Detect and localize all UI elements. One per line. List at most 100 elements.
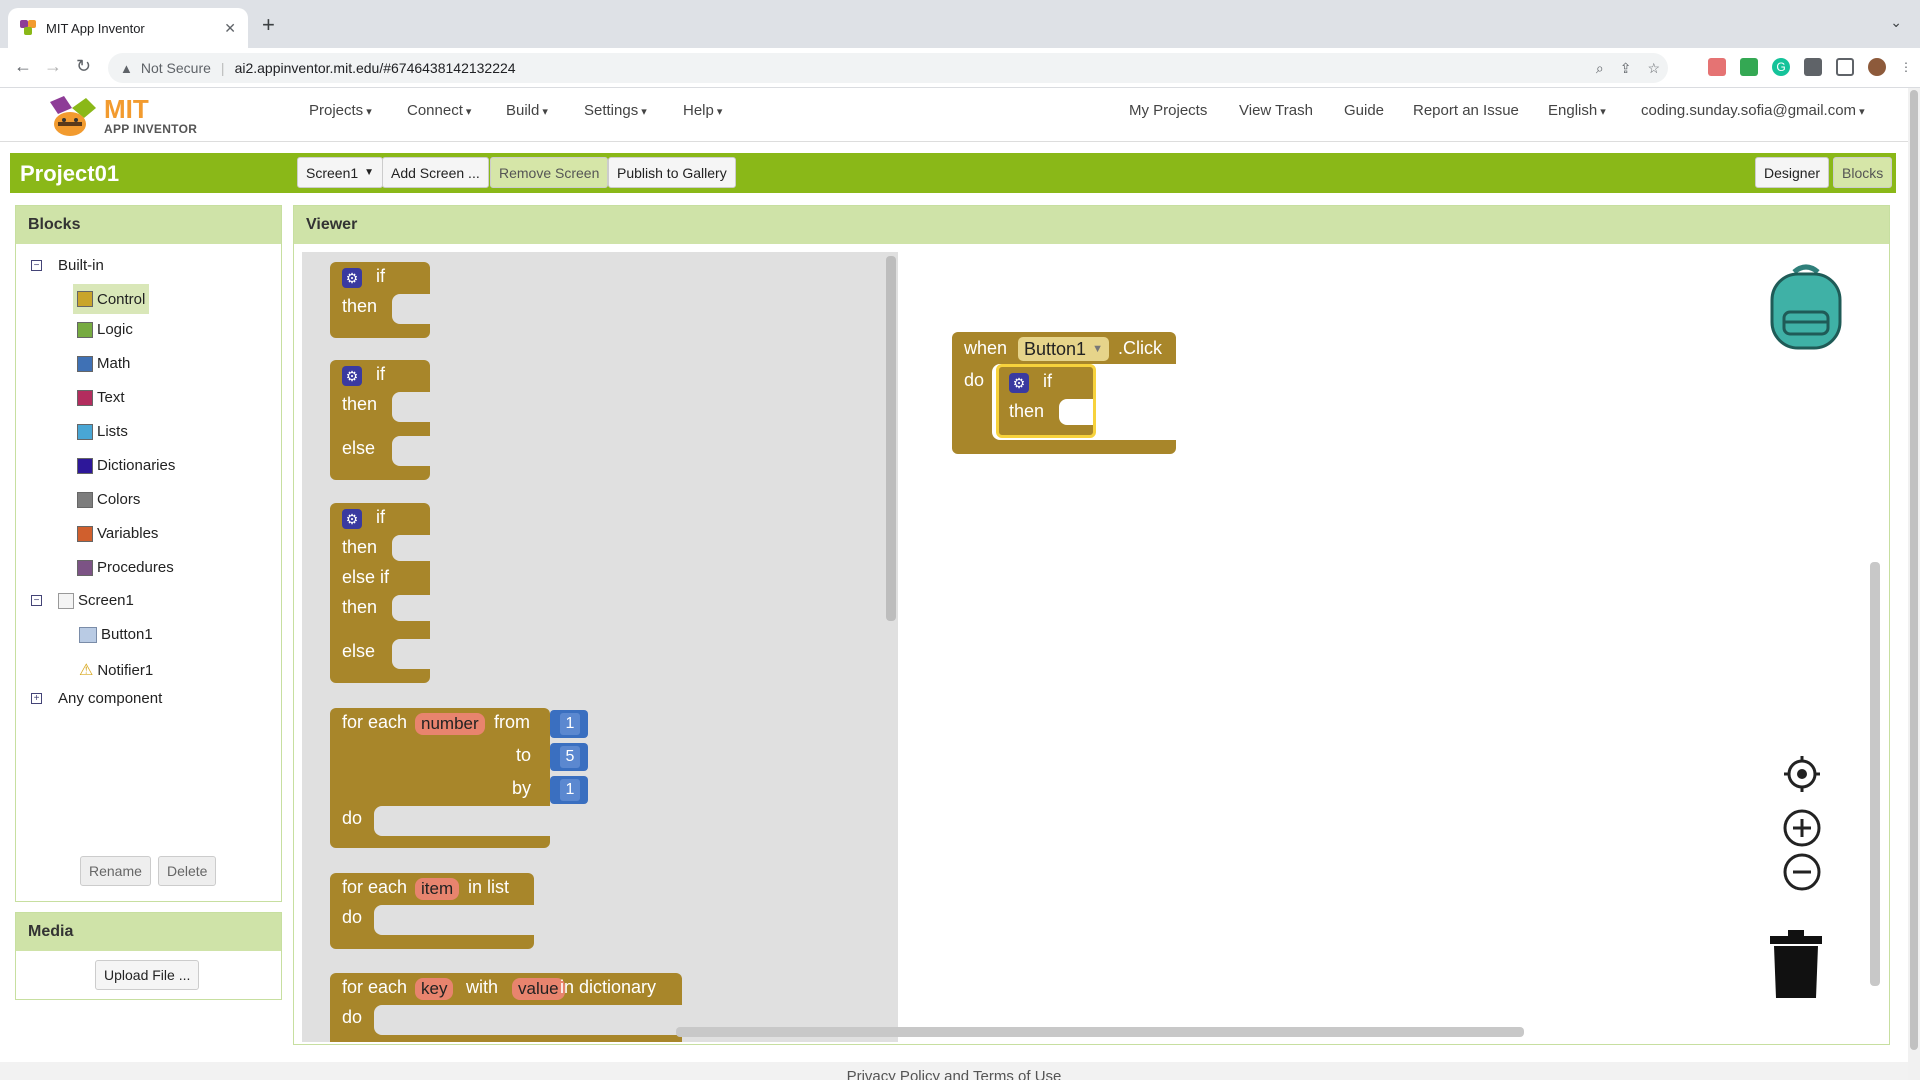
blocks-button[interactable]: Blocks (1833, 157, 1893, 188)
workspace-vertical-scrollbar[interactable] (1870, 562, 1880, 986)
component-button1[interactable]: Button1 (79, 626, 153, 643)
extensions-puzzle-icon[interactable] (1804, 58, 1822, 76)
key-variable-pill[interactable]: key (415, 978, 454, 1000)
app-inventor-logo[interactable]: MIT APP INVENTOR (44, 94, 204, 140)
new-tab-icon[interactable]: + (262, 12, 275, 38)
recenter-icon[interactable] (1782, 754, 1822, 794)
zoom-icon[interactable]: ⌕ (1596, 60, 1604, 77)
not-secure-label: Not Secure (140, 60, 211, 76)
upload-file-button[interactable]: Upload File ... (95, 960, 200, 990)
mutator-gear-icon[interactable]: ⚙ (342, 268, 362, 288)
close-tab-icon[interactable]: ✕ (224, 20, 236, 37)
expand-icon[interactable]: + (31, 693, 42, 704)
menu-connect[interactable]: Connect (407, 102, 471, 119)
drive-extension-icon[interactable] (1740, 58, 1758, 76)
for-range-block[interactable]: for each number from to by do (330, 708, 550, 848)
category-label: Procedures (97, 559, 174, 576)
menu-build[interactable]: Build (506, 102, 548, 119)
backpack-icon[interactable] (1764, 262, 1848, 352)
privacy-terms-link[interactable]: Privacy Policy and Terms of Use (847, 1068, 1062, 1080)
for-each-item-block[interactable]: for each item in list do (330, 873, 534, 949)
category-dictionaries[interactable]: Dictionaries (77, 457, 175, 474)
category-procedures[interactable]: Procedures (77, 559, 174, 576)
report-issue-link[interactable]: Report an Issue (1413, 102, 1519, 119)
category-label: Control (97, 290, 146, 308)
screen-select[interactable]: Screen1 ▼ (297, 157, 384, 188)
delete-button[interactable]: Delete (158, 856, 217, 886)
account-menu[interactable]: coding.sunday.sofia@gmail.com (1641, 102, 1865, 119)
from-number-value[interactable]: 1 (560, 713, 580, 735)
mutator-gear-icon[interactable]: ⚙ (342, 509, 362, 529)
if-elseif-else-block[interactable]: ⚙ if then else if then else (330, 503, 430, 683)
language-menu[interactable]: English (1548, 102, 1606, 119)
back-icon[interactable]: ← (14, 56, 32, 77)
builtin-tree-node[interactable]: − Built-in (31, 257, 104, 274)
reload-icon[interactable]: ↻ (76, 56, 91, 77)
math-color-icon (77, 355, 93, 372)
view-trash-link[interactable]: View Trash (1239, 102, 1313, 119)
by-number-block[interactable]: 1 (550, 776, 588, 804)
any-component-tree-node[interactable]: + Any component (31, 690, 162, 707)
publish-gallery-button[interactable]: Publish to Gallery (608, 157, 736, 188)
my-projects-link[interactable]: My Projects (1129, 102, 1207, 119)
component-dropdown[interactable]: Button1 ▼ (1018, 337, 1109, 361)
category-control[interactable]: Control (73, 284, 150, 314)
tab-search-chevron-icon[interactable]: ⌄ (1890, 14, 1902, 31)
text-color-icon (77, 389, 93, 406)
omnibox-separator: | (220, 60, 225, 76)
component-notifier1[interactable]: ⚠ Notifier1 (79, 660, 153, 680)
page-scrollbar-thumb[interactable] (1910, 90, 1918, 1050)
value-variable-pill[interactable]: value (512, 978, 565, 1000)
if-then-block[interactable]: ⚙ if then (330, 262, 430, 338)
collapse-icon[interactable]: − (31, 595, 42, 606)
mutator-gear-icon[interactable]: ⚙ (342, 366, 362, 386)
page-scrollbar-track (1908, 88, 1920, 1080)
forward-icon[interactable]: → (44, 56, 62, 77)
zoom-in-icon[interactable] (1782, 808, 1822, 848)
collapse-icon[interactable]: − (31, 260, 42, 271)
media-panel: Media Upload File ... (15, 912, 282, 1000)
browser-tab[interactable]: MIT App Inventor ✕ (8, 8, 248, 48)
by-number-value[interactable]: 1 (560, 779, 580, 801)
designer-button[interactable]: Designer (1755, 157, 1830, 188)
category-logic[interactable]: Logic (77, 321, 133, 338)
remove-screen-button[interactable]: Remove Screen (490, 157, 609, 188)
menu-help[interactable]: Help (683, 102, 722, 119)
menu-projects[interactable]: Projects (309, 102, 372, 119)
category-variables[interactable]: Variables (77, 525, 158, 542)
category-colors[interactable]: Colors (77, 491, 140, 508)
flyout-scrollbar[interactable] (886, 256, 896, 621)
blocks-flyout[interactable]: ⚙ if then ⚙ if then else ⚙ if then else … (302, 252, 898, 1042)
rename-button[interactable]: Rename (80, 856, 151, 886)
workspace-horizontal-scrollbar[interactable] (676, 1027, 1524, 1037)
guide-link[interactable]: Guide (1344, 102, 1384, 119)
mutator-gear-icon[interactable]: ⚙ (1009, 373, 1029, 393)
side-panel-icon[interactable] (1836, 58, 1854, 76)
profile-avatar[interactable] (1868, 58, 1886, 76)
any-component-label: Any component (58, 690, 163, 707)
grammarly-icon[interactable]: G (1772, 58, 1790, 76)
statement-slot (392, 436, 430, 466)
from-number-block[interactable]: 1 (550, 710, 588, 738)
screen1-tree-node[interactable]: − Screen1 (31, 592, 134, 609)
category-text[interactable]: Text (77, 389, 125, 406)
to-number-block[interactable]: 5 (550, 743, 588, 771)
if-then-else-block[interactable]: ⚙ if then else (330, 360, 430, 480)
browser-menu-icon[interactable]: ⋮ (1900, 58, 1912, 76)
add-screen-button[interactable]: Add Screen ... (382, 157, 489, 188)
category-math[interactable]: Math (77, 355, 130, 372)
omnibox[interactable]: ▲ Not Secure | ai2.appinventor.mit.edu/#… (108, 53, 1668, 83)
trash-icon[interactable] (1768, 928, 1824, 1000)
zoom-out-icon[interactable] (1782, 852, 1822, 892)
item-variable-pill[interactable]: item (415, 878, 460, 900)
to-number-value[interactable]: 5 (560, 746, 580, 768)
cast-extension-icon[interactable] (1708, 58, 1726, 76)
number-variable-pill[interactable]: number (415, 713, 485, 735)
menu-settings[interactable]: Settings (584, 102, 647, 119)
if-then-block-selected[interactable]: ⚙ if then (996, 364, 1096, 438)
blocks-workspace[interactable]: when Button1 ▼ .Click do ⚙ if then (676, 252, 1882, 1042)
category-lists[interactable]: Lists (77, 423, 128, 440)
bookmark-star-icon[interactable]: ☆ (1647, 60, 1660, 77)
for-each-dictionary-block[interactable]: for each key with value in dictionary do (330, 973, 682, 1042)
share-icon[interactable]: ⇪ (1620, 60, 1632, 77)
